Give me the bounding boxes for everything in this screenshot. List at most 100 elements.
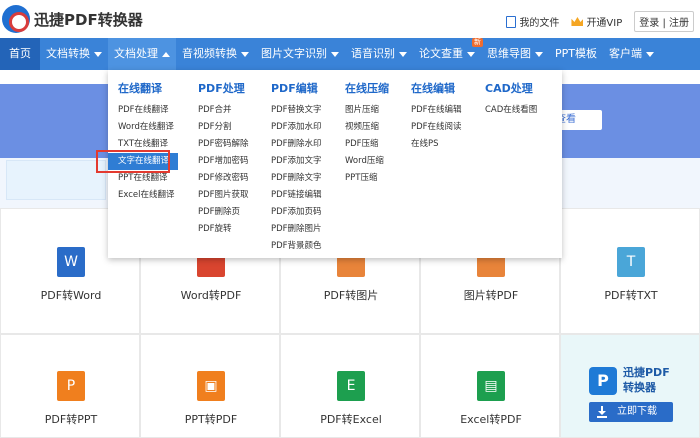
menu-item[interactable]: PDF删除图片: [271, 221, 322, 238]
menu-item[interactable]: PDF链接编辑: [271, 187, 322, 204]
vip-link[interactable]: 开通VIP: [571, 14, 622, 29]
tile-label: PDF转Word: [40, 289, 102, 302]
menu-item[interactable]: Word在线翻译: [118, 119, 178, 136]
column-pdf-process: PDF处理 PDF合并 PDF分割 PDF密码解除 PDF增加密码 PDF修改密…: [198, 80, 249, 238]
tile-label: PDF转TXT: [604, 289, 658, 302]
nav-label: 图片文字识别: [261, 47, 327, 60]
menu-item[interactable]: Excel在线翻译: [118, 187, 178, 204]
tool-tile-pdf-to-ppt[interactable]: P PDF转PPT: [0, 334, 140, 438]
crown-icon: [571, 17, 584, 26]
menu-item[interactable]: PDF图片获取: [198, 187, 249, 204]
chevron-up-icon: [162, 51, 170, 57]
promo-name-line2: 转换器: [623, 381, 656, 394]
nav-label: 语音识别: [351, 47, 395, 60]
ppt-icon: P: [57, 371, 85, 401]
nav-client[interactable]: 客户端: [603, 38, 660, 70]
promo-name-line1: 迅捷PDF: [623, 366, 670, 379]
tile-label: PDF转PPT: [44, 413, 98, 426]
header-links: 我的文件 开通VIP 登录 | 注册: [506, 11, 696, 32]
tab-card[interactable]: [6, 160, 106, 200]
menu-item[interactable]: PDF在线编辑: [411, 102, 462, 119]
nav-home[interactable]: 首页: [0, 38, 40, 70]
my-files-label: 我的文件: [519, 18, 560, 29]
nav-ocr[interactable]: 图片文字识别: [255, 38, 345, 70]
menu-item[interactable]: Word压缩: [345, 153, 389, 170]
nav-doc-process[interactable]: 文档处理: [108, 38, 176, 70]
column-title: PDF编辑: [271, 82, 318, 95]
txt-icon: T: [617, 247, 645, 277]
nav-ppt-template[interactable]: PPT模板: [549, 38, 603, 70]
menu-item[interactable]: PDF密码解除: [198, 136, 249, 153]
column-compress: 在线压缩 图片压缩 视频压缩 PDF压缩 Word压缩 PPT压缩: [345, 80, 389, 187]
nav-av-convert[interactable]: 音视频转换: [176, 38, 255, 70]
column-title: CAD处理: [485, 82, 533, 95]
word-icon: W: [57, 247, 85, 277]
tool-tile-excel-to-pdf[interactable]: ▤ Excel转PDF: [420, 334, 560, 438]
nav-plagiarism[interactable]: 论文查重新: [413, 38, 483, 70]
chevron-down-icon: [399, 51, 407, 57]
nav-label: 思维导图: [487, 47, 531, 60]
menu-item[interactable]: PDF添加文字: [271, 153, 322, 170]
menu-item[interactable]: PDF添加页码: [271, 204, 322, 221]
menu-item-selected[interactable]: 文字在线翻译: [96, 150, 178, 173]
logo-icon[interactable]: [2, 5, 30, 33]
menu-item[interactable]: PDF删除文字: [271, 170, 322, 187]
tile-label: Excel转PDF: [460, 413, 522, 426]
menu-item[interactable]: PPT压缩: [345, 170, 389, 187]
download-promo-card: P 迅捷PDF 转换器 立即下载: [560, 334, 700, 438]
menu-item[interactable]: 图片压缩: [345, 102, 389, 119]
nav-doc-convert[interactable]: 文档转换: [40, 38, 108, 70]
nav-label: 客户端: [609, 47, 642, 60]
tool-tile-pdf-to-excel[interactable]: E PDF转Excel: [280, 334, 420, 438]
nav-label: 文档处理: [114, 47, 158, 60]
tile-label: PDF转图片: [323, 289, 379, 302]
my-files-link[interactable]: 我的文件: [506, 14, 559, 29]
chevron-down-icon: [535, 51, 543, 57]
download-now-button[interactable]: 立即下载: [589, 402, 673, 422]
menu-item[interactable]: PDF修改密码: [198, 170, 249, 187]
file-icon: [506, 15, 517, 28]
column-title: 在线压缩: [345, 82, 389, 95]
download-label: 立即下载: [617, 406, 657, 417]
column-cad: CAD处理 CAD在线看图: [485, 80, 537, 119]
menu-item[interactable]: PDF合并: [198, 102, 249, 119]
menu-item[interactable]: PDF在线阅读: [411, 119, 462, 136]
nav-mindmap[interactable]: 思维导图: [481, 38, 549, 70]
chevron-down-icon: [646, 51, 654, 57]
menu-item[interactable]: 视频压缩: [345, 119, 389, 136]
menu-item[interactable]: PDF分割: [198, 119, 249, 136]
menu-item[interactable]: PDF删除页: [198, 204, 249, 221]
tool-tile-pdf-to-txt[interactable]: T PDF转TXT: [560, 208, 700, 334]
menu-item[interactable]: 在线PS: [411, 136, 462, 153]
login-register-button[interactable]: 登录 | 注册: [634, 11, 694, 32]
app-logo-icon: P: [589, 367, 617, 395]
tile-label: 图片转PDF: [463, 289, 519, 302]
nav-label: 文档转换: [46, 47, 90, 60]
brand-name[interactable]: 迅捷PDF转换器: [34, 9, 143, 30]
nav-label: PPT模板: [555, 47, 597, 60]
menu-item[interactable]: PDF背景颜色: [271, 238, 322, 255]
menu-item[interactable]: PDF添加水印: [271, 119, 322, 136]
tile-label: PDF转Excel: [320, 413, 382, 426]
chevron-down-icon: [467, 51, 475, 57]
excel-icon: E: [337, 371, 365, 401]
column-pdf-edit: PDF编辑 PDF替换文字 PDF添加水印 PDF删除水印 PDF添加文字 PD…: [271, 80, 322, 255]
chevron-down-icon: [241, 51, 249, 57]
menu-item[interactable]: PDF删除水印: [271, 136, 322, 153]
nav-speech[interactable]: 语音识别: [345, 38, 413, 70]
menu-item[interactable]: PDF压缩: [345, 136, 389, 153]
tool-tile-ppt-to-pdf[interactable]: ▣ PPT转PDF: [140, 334, 280, 438]
chevron-down-icon: [94, 51, 102, 57]
menu-item[interactable]: CAD在线看图: [485, 102, 537, 119]
promo-app-name: 迅捷PDF 转换器: [623, 365, 670, 395]
menu-item[interactable]: PDF旋转: [198, 221, 249, 238]
vip-label: 开通VIP: [586, 18, 623, 29]
column-title: 在线编辑: [411, 82, 455, 95]
menu-item[interactable]: PDF增加密码: [198, 153, 249, 170]
menu-item[interactable]: PDF替换文字: [271, 102, 322, 119]
column-title: PDF处理: [198, 82, 245, 95]
download-icon: [597, 406, 607, 418]
excel-file-icon: ▤: [477, 371, 505, 401]
menu-item[interactable]: PDF在线翻译: [118, 102, 178, 119]
doc-process-dropdown: 在线翻译 PDF在线翻译 Word在线翻译 TXT在线翻译 文字在线翻译 PPT…: [96, 70, 562, 258]
